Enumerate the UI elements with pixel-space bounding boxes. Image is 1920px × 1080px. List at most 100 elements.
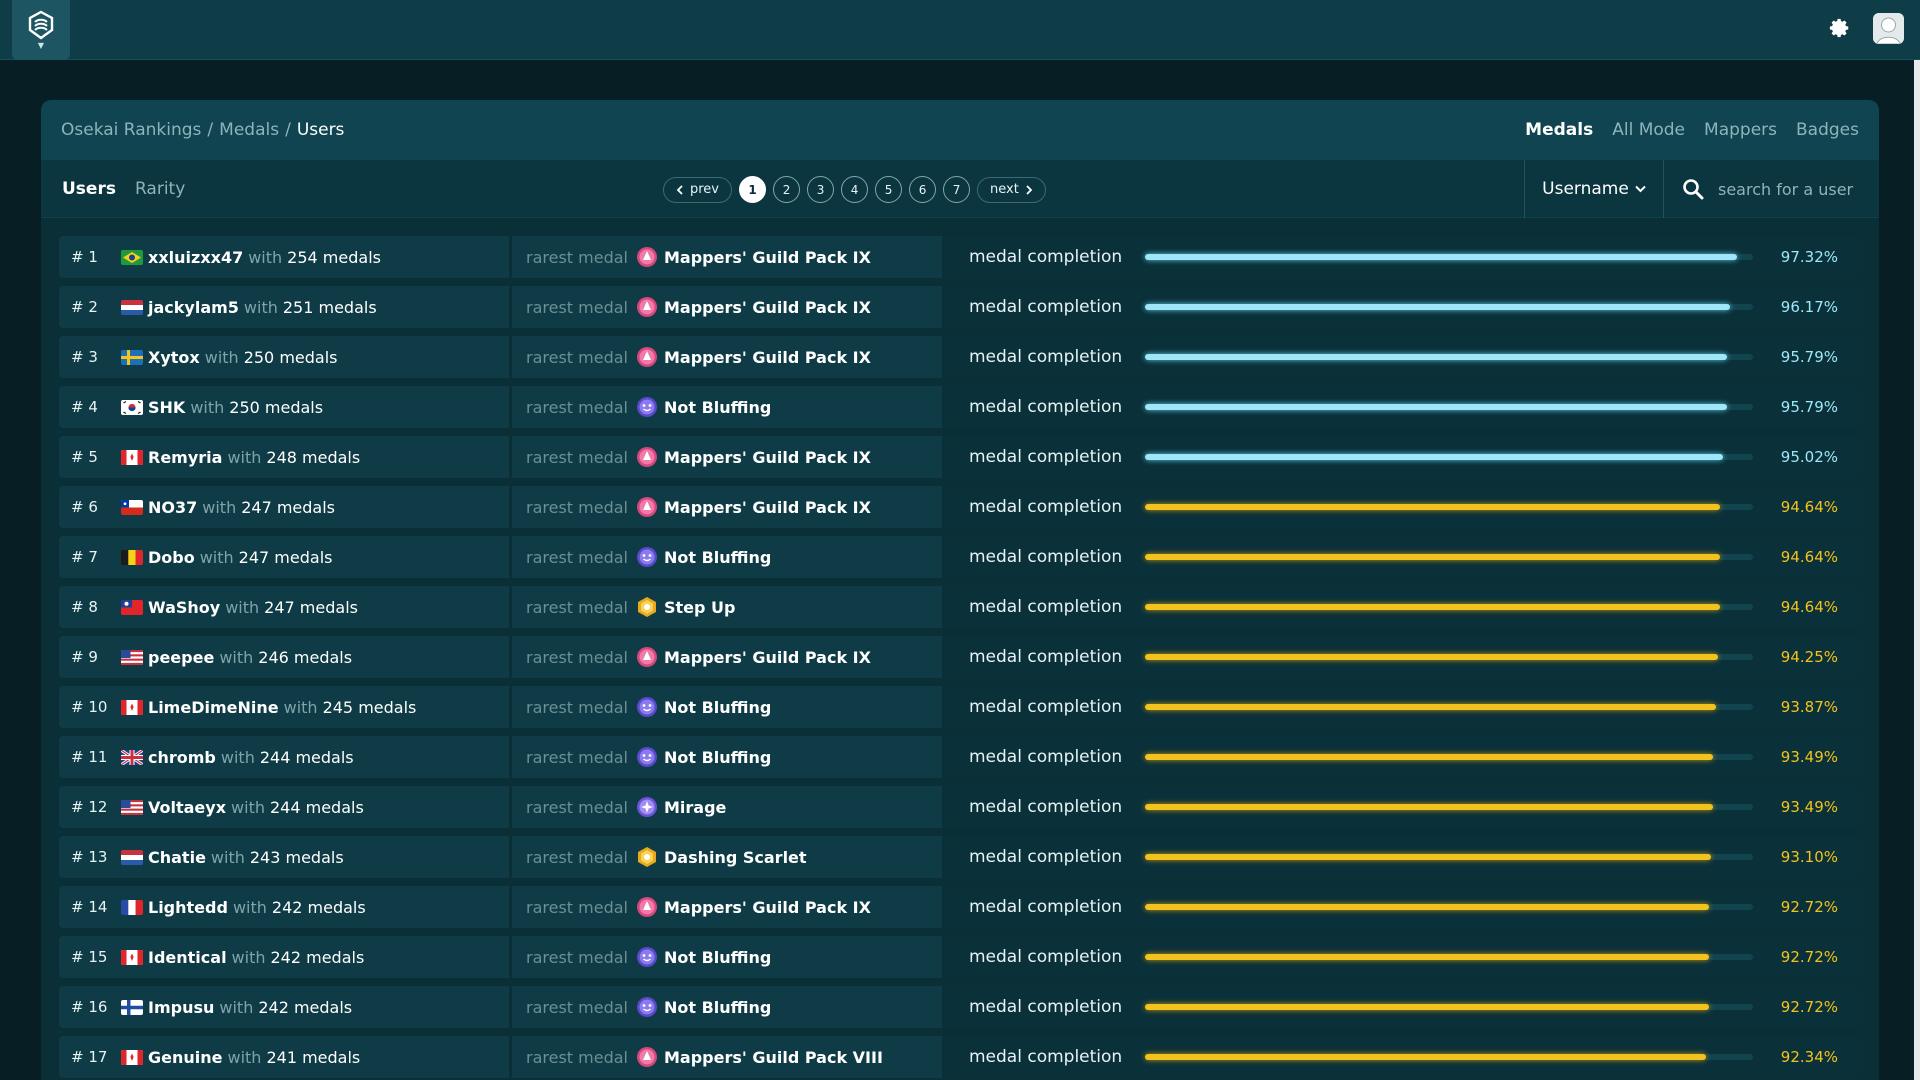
ranking-row[interactable]: # 16 Impusu with 242 medals rarest medal… — [59, 986, 1862, 1028]
username-link[interactable]: WaShoy — [148, 598, 220, 617]
chevron-down-icon — [1635, 185, 1646, 193]
username-link[interactable]: Genuine — [148, 1048, 223, 1067]
tab-medals[interactable]: Medals — [1525, 120, 1593, 140]
medal-icon[interactable] — [636, 1046, 658, 1068]
ranking-row[interactable]: # 12 Voltaeyx with 244 medals rarest med… — [59, 786, 1862, 828]
page-3-button[interactable]: 3 — [807, 176, 835, 203]
tab-mappers[interactable]: Mappers — [1704, 120, 1777, 140]
ranking-row[interactable]: # 3 Xytox with 250 medals rarest medal M… — [59, 336, 1862, 378]
ranking-row[interactable]: # 13 Chatie with 243 medals rarest medal… — [59, 836, 1862, 878]
ranking-row[interactable]: # 9 peepee with 246 medals rarest medal … — [59, 636, 1862, 678]
medal-name[interactable]: Mappers' Guild Pack IX — [664, 348, 871, 367]
ranking-row[interactable]: # 1 xxluizxx47 with 254 medals rarest me… — [59, 236, 1862, 278]
medal-icon[interactable] — [636, 896, 658, 918]
username-link[interactable]: chromb — [148, 748, 216, 767]
medal-icon[interactable] — [636, 246, 658, 268]
ranking-row[interactable]: # 14 Lightedd with 242 medals rarest med… — [59, 886, 1862, 928]
username-link[interactable]: Lightedd — [148, 898, 228, 917]
ranking-row[interactable]: # 15 Identical with 242 medals rarest me… — [59, 936, 1862, 978]
medal-name[interactable]: Mappers' Guild Pack IX — [664, 448, 871, 467]
country-flag-icon — [121, 699, 143, 715]
rankings-panel: Osekai Rankings / Medals / Users Medals All … — [41, 100, 1879, 1080]
medal-name[interactable]: Dashing Scarlet — [664, 848, 807, 867]
username-link[interactable]: Dobo — [148, 548, 195, 567]
osekai-logo-menu-button[interactable]: ▼ — [12, 0, 70, 60]
username-link[interactable]: peepee — [148, 648, 214, 667]
page-1-button[interactable]: 1 — [739, 176, 767, 203]
tab-all-mode[interactable]: All Mode — [1612, 120, 1685, 140]
scrollbar[interactable] — [1914, 60, 1920, 1080]
medal-icon[interactable] — [636, 446, 658, 468]
medal-name[interactable]: Mappers' Guild Pack IX — [664, 298, 871, 317]
prev-page-button[interactable]: prev — [663, 176, 733, 203]
page-2-button[interactable]: 2 — [773, 176, 801, 203]
username-link[interactable]: Chatie — [148, 848, 206, 867]
medal-count: 247 medals — [238, 547, 333, 567]
subtab-users[interactable]: Users — [62, 179, 116, 199]
medal-name[interactable]: Not Bluffing — [664, 398, 771, 417]
username-link[interactable]: xxluizxx47 — [148, 248, 243, 267]
with-label: with — [199, 547, 234, 567]
medal-icon[interactable] — [636, 946, 658, 968]
medal-icon[interactable] — [636, 546, 658, 568]
ranking-row[interactable]: # 6 NO37 with 247 medals rarest medal Ma… — [59, 486, 1862, 528]
username-link[interactable]: Xytox — [148, 348, 200, 367]
medal-icon[interactable] — [636, 596, 658, 618]
medal-icon[interactable] — [636, 346, 658, 368]
medal-name[interactable]: Not Bluffing — [664, 748, 771, 767]
medal-icon[interactable] — [636, 496, 658, 518]
username-link[interactable]: SHK — [148, 398, 185, 417]
page-5-button[interactable]: 5 — [875, 176, 903, 203]
breadcrumb-medals[interactable]: Medals — [219, 120, 279, 140]
medal-name[interactable]: Not Bluffing — [664, 548, 771, 567]
medal-icon[interactable] — [636, 396, 658, 418]
subtab-rarity[interactable]: Rarity — [135, 179, 185, 199]
medal-icon[interactable] — [636, 996, 658, 1018]
sort-dropdown[interactable]: Username — [1524, 160, 1664, 218]
tab-badges[interactable]: Badges — [1796, 120, 1859, 140]
user-avatar[interactable] — [1873, 13, 1904, 44]
medal-icon[interactable] — [636, 646, 658, 668]
next-page-button[interactable]: next — [977, 176, 1046, 203]
medal-name[interactable]: Mappers' Guild Pack IX — [664, 898, 871, 917]
medal-name[interactable]: Not Bluffing — [664, 698, 771, 717]
username-link[interactable]: Remyria — [148, 448, 222, 467]
scrollbar-thumb[interactable] — [1914, 60, 1920, 1080]
ranking-row[interactable]: # 10 LimeDimeNine with 245 medals rarest… — [59, 686, 1862, 728]
medal-name[interactable]: Mappers' Guild Pack VIII — [664, 1048, 883, 1067]
sort-label: Username — [1542, 179, 1629, 199]
username-link[interactable]: LimeDimeNine — [148, 698, 279, 717]
ranking-row[interactable]: # 7 Dobo with 247 medals rarest medal No… — [59, 536, 1862, 578]
medal-icon[interactable] — [636, 796, 658, 818]
medal-name[interactable]: Mirage — [664, 798, 726, 817]
username-link[interactable]: Impusu — [148, 998, 214, 1017]
page-4-button[interactable]: 4 — [841, 176, 869, 203]
country-flag-icon — [121, 249, 143, 265]
username-link[interactable]: Identical — [148, 948, 227, 967]
medal-name[interactable]: Not Bluffing — [664, 948, 771, 967]
gear-icon[interactable] — [1829, 17, 1851, 39]
search-input[interactable] — [1718, 179, 1868, 199]
username-link[interactable]: jackylam5 — [148, 298, 239, 317]
medal-icon[interactable] — [636, 746, 658, 768]
ranking-row[interactable]: # 5 Remyria with 248 medals rarest medal… — [59, 436, 1862, 478]
ranking-row[interactable]: # 8 WaShoy with 247 medals rarest medal … — [59, 586, 1862, 628]
ranking-row[interactable]: # 17 Genuine with 241 medals rarest meda… — [59, 1036, 1862, 1078]
medal-name[interactable]: Mappers' Guild Pack IX — [664, 648, 871, 667]
medal-icon[interactable] — [636, 846, 658, 868]
completion-label: medal completion — [969, 1047, 1123, 1067]
username-link[interactable]: NO37 — [148, 498, 197, 517]
medal-name[interactable]: Step Up — [664, 598, 736, 617]
breadcrumb-osekai-rankings[interactable]: Osekai Rankings — [61, 120, 201, 140]
medal-name[interactable]: Mappers' Guild Pack IX — [664, 248, 871, 267]
medal-icon[interactable] — [636, 296, 658, 318]
page-7-button[interactable]: 7 — [943, 176, 971, 203]
ranking-row[interactable]: # 4 SHK with 250 medals rarest medal Not… — [59, 386, 1862, 428]
username-link[interactable]: Voltaeyx — [148, 798, 226, 817]
medal-name[interactable]: Not Bluffing — [664, 998, 771, 1017]
ranking-row[interactable]: # 11 chromb with 244 medals rarest medal… — [59, 736, 1862, 778]
medal-name[interactable]: Mappers' Guild Pack IX — [664, 498, 871, 517]
ranking-row[interactable]: # 2 jackylam5 with 251 medals rarest med… — [59, 286, 1862, 328]
page-6-button[interactable]: 6 — [909, 176, 937, 203]
medal-icon[interactable] — [636, 696, 658, 718]
